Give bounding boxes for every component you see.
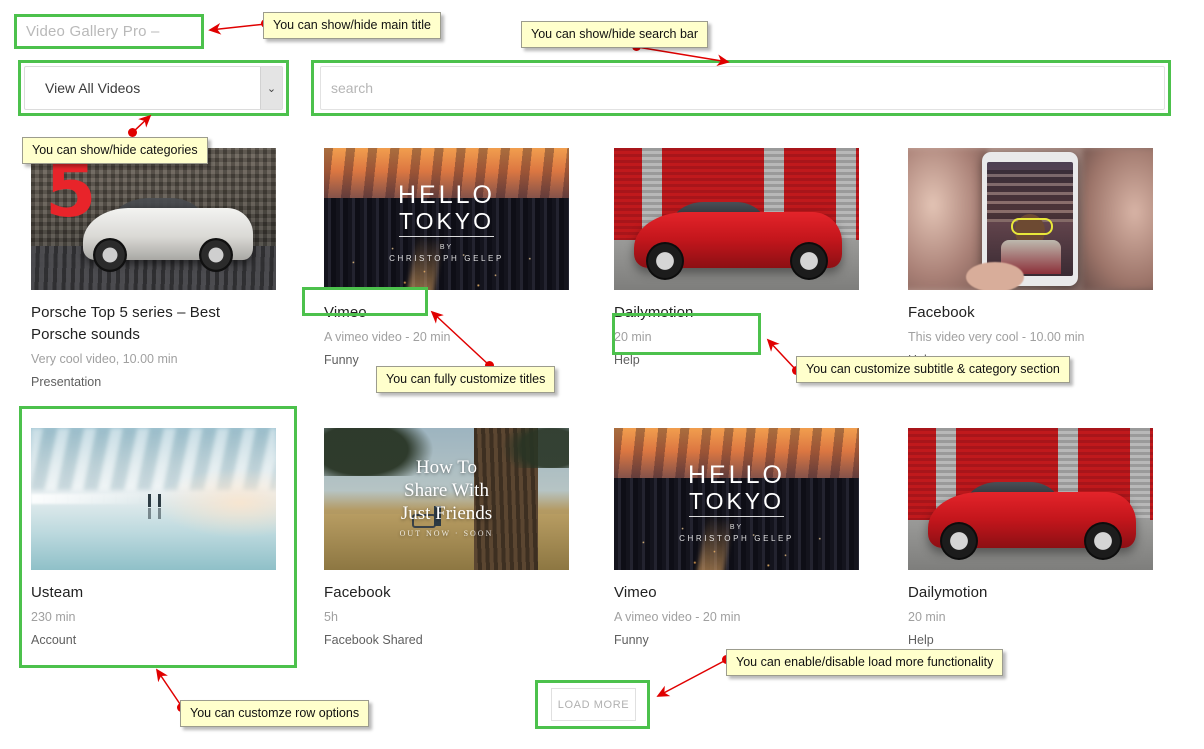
video-title: Vimeo bbox=[324, 304, 367, 321]
video-subtitle: Very cool video, 10.00 min bbox=[31, 352, 178, 366]
load-more-button[interactable]: LOAD MORE bbox=[551, 688, 636, 721]
thumbnail-title-line2: Share With bbox=[404, 480, 489, 501]
callout-text: You can show/hide categories bbox=[32, 143, 198, 157]
video-thumbnail[interactable] bbox=[908, 148, 1153, 290]
callout-text: You can enable/disable load more functio… bbox=[736, 655, 994, 669]
video-title: Dailymotion bbox=[614, 304, 694, 321]
video-thumbnail[interactable] bbox=[31, 428, 276, 570]
thumbnail-title-line2: TOKYO bbox=[398, 208, 495, 237]
thumbnail-byline: BY bbox=[729, 524, 744, 531]
video-title: Porsche Top 5 series – Best Porsche soun… bbox=[31, 304, 221, 343]
search-input[interactable]: search bbox=[320, 66, 1165, 110]
thumbnail-title-line1: HELLO bbox=[688, 461, 785, 489]
callout-text: You can show/hide search bar bbox=[531, 27, 699, 41]
video-subtitle: A vimeo video - 20 min bbox=[324, 330, 451, 344]
callout-text: You can customze row options bbox=[190, 706, 360, 720]
main-title-field[interactable]: Video Gallery Pro – bbox=[14, 14, 204, 48]
thumbnail-title-line2: TOKYO bbox=[688, 488, 785, 517]
category-select[interactable]: View All Videos ⌄ bbox=[24, 66, 283, 110]
video-card[interactable]: HELLO TOKYO BY CHRISTOPH GELEP Vimeo A v… bbox=[614, 428, 859, 650]
load-more-label: LOAD MORE bbox=[557, 698, 630, 711]
video-thumbnail[interactable]: 5 bbox=[31, 148, 276, 290]
video-thumbnail[interactable] bbox=[908, 428, 1153, 570]
main-title-placeholder: Video Gallery Pro – bbox=[26, 22, 160, 40]
callout-categories: You can show/hide categories bbox=[22, 137, 208, 164]
video-category: Facebook Shared bbox=[324, 633, 423, 647]
video-category: Account bbox=[31, 633, 77, 647]
video-subtitle: 230 min bbox=[31, 610, 76, 624]
callout-text: You can fully customize titles bbox=[386, 372, 546, 386]
thumbnail-author: CHRISTOPH GELEP bbox=[389, 254, 504, 263]
video-thumbnail[interactable]: How To Share With Just Friends OUT NOW ·… bbox=[324, 428, 569, 570]
callout-anchor-dot bbox=[128, 128, 137, 137]
video-card[interactable]: How To Share With Just Friends OUT NOW ·… bbox=[324, 428, 569, 650]
video-title: Facebook bbox=[908, 304, 975, 321]
thumbnail-byline: BY bbox=[439, 244, 454, 251]
thumbnail-title-line3: Just Friends bbox=[400, 503, 493, 524]
video-title: Dailymotion bbox=[908, 584, 988, 601]
callout-text: You can show/hide main title bbox=[273, 18, 431, 32]
thumbnail-author: CHRISTOPH GELEP bbox=[679, 534, 794, 543]
video-card[interactable]: HELLO TOKYO BY CHRISTOPH GELEP Vimeo A v… bbox=[324, 148, 569, 370]
thumbnail-badge-text: 5 bbox=[45, 148, 97, 234]
callout-main-title: You can show/hide main title bbox=[263, 12, 441, 39]
video-category: Funny bbox=[614, 633, 649, 647]
thumbnail-title-line1: How To bbox=[415, 457, 478, 478]
video-subtitle: This video very cool - 10.00 min bbox=[908, 330, 1085, 344]
video-subtitle: 20 min bbox=[908, 610, 946, 624]
video-category: Presentation bbox=[31, 375, 102, 389]
video-subtitle: 5h bbox=[324, 610, 338, 624]
video-title: Facebook bbox=[324, 584, 391, 601]
video-subtitle: 20 min bbox=[614, 330, 652, 344]
video-title: Vimeo bbox=[614, 584, 657, 601]
callout-titles: You can fully customize titles bbox=[376, 366, 556, 393]
video-card[interactable]: Usteam 230 min Account bbox=[31, 428, 276, 650]
callout-load-more: You can enable/disable load more functio… bbox=[726, 649, 1004, 676]
thumbnail-title-line1: HELLO bbox=[398, 181, 495, 209]
callout-row-options: You can customze row options bbox=[180, 700, 370, 727]
video-card[interactable]: Dailymotion 20 min Help bbox=[614, 148, 859, 370]
thumbnail-subtitle: OUT NOW · SOON bbox=[399, 529, 494, 538]
video-card[interactable]: Dailymotion 20 min Help bbox=[908, 428, 1153, 650]
chevron-down-icon[interactable]: ⌄ bbox=[260, 67, 282, 109]
video-card[interactable]: 5 Porsche Top 5 series – Best Porsche so… bbox=[31, 148, 276, 392]
callout-search-bar: You can show/hide search bar bbox=[521, 21, 709, 48]
search-placeholder: search bbox=[331, 80, 374, 96]
video-subtitle: A vimeo video - 20 min bbox=[614, 610, 741, 624]
callout-text: You can customize subtitle & category se… bbox=[806, 362, 1060, 376]
callout-subtitle-category: You can customize subtitle & category se… bbox=[796, 356, 1070, 383]
video-thumbnail[interactable]: HELLO TOKYO BY CHRISTOPH GELEP bbox=[324, 148, 569, 290]
video-title: Usteam bbox=[31, 584, 84, 601]
video-thumbnail[interactable]: HELLO TOKYO BY CHRISTOPH GELEP bbox=[614, 428, 859, 570]
video-card[interactable]: Facebook This video very cool - 10.00 mi… bbox=[908, 148, 1153, 370]
category-select-value: View All Videos bbox=[45, 80, 141, 96]
video-thumbnail[interactable] bbox=[614, 148, 859, 290]
video-category: Help bbox=[908, 633, 934, 647]
